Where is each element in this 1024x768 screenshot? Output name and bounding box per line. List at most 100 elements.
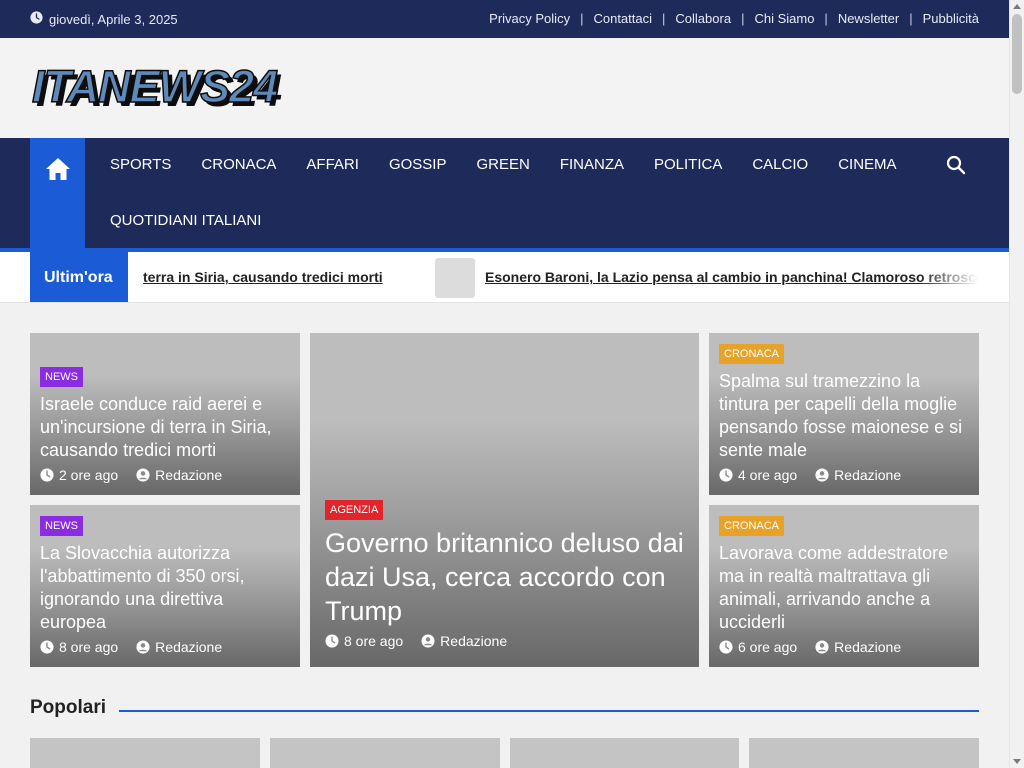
ticker-label: Ultim'ora <box>30 252 128 302</box>
card-time: 2 ore ago <box>40 467 118 483</box>
nav-item-politica[interactable]: POLITICA <box>639 138 737 194</box>
news-card[interactable]: CRONACA Spalma sul tramezzino la tintura… <box>709 333 979 495</box>
card-meta: 6 ore ago Redazione <box>719 639 969 655</box>
nav-item-green[interactable]: GREEN <box>461 138 544 194</box>
current-date: giovedì, Aprile 3, 2025 <box>30 11 178 27</box>
card-time: 4 ore ago <box>719 467 797 483</box>
scrollbar-thumb[interactable] <box>1012 14 1022 94</box>
section-title: Popolari <box>30 697 107 718</box>
category-badge[interactable]: CRONACA <box>719 516 785 536</box>
card-content: NEWS Israele conduce raid aerei e un'inc… <box>40 367 290 483</box>
top-links: Privacy Policy | Contattaci | Collabora … <box>489 11 979 26</box>
popular-thumbnail[interactable] <box>749 738 979 768</box>
card-author[interactable]: Redazione <box>136 639 222 655</box>
ticker-track: terra in Siria, causando tredici morti E… <box>143 252 979 302</box>
card-meta: 4 ore ago Redazione <box>719 467 969 483</box>
clock-icon <box>719 468 733 482</box>
card-author-text: Redazione <box>440 633 508 649</box>
nav-item-cronaca[interactable]: CRONACA <box>186 138 291 194</box>
card-author[interactable]: Redazione <box>815 467 901 483</box>
search-button[interactable] <box>946 155 966 175</box>
card-content: NEWS La Slovacchia autorizza l'abbattime… <box>40 516 290 655</box>
svg-text:ITANEWS24: ITANEWS24 <box>32 66 278 110</box>
card-content: CRONACA Lavorava come addestratore ma in… <box>719 516 969 655</box>
card-time: 6 ore ago <box>719 639 797 655</box>
user-icon <box>815 640 829 654</box>
card-author[interactable]: Redazione <box>136 467 222 483</box>
nav-item-cinema[interactable]: CINEMA <box>823 138 911 194</box>
card-time-text: 6 ore ago <box>738 639 798 655</box>
scroll-up-arrow-icon[interactable] <box>1013 4 1021 9</box>
ticker-item[interactable]: Esonero Baroni, la Lazio pensa al cambio… <box>485 269 979 285</box>
card-title[interactable]: Lavorava come addestratore ma in realtà … <box>719 542 969 634</box>
separator: | <box>824 11 828 26</box>
site-header: ITANEWS24 ITANEWS24 <box>0 38 1009 138</box>
category-badge[interactable]: CRONACA <box>719 344 785 364</box>
card-time-text: 8 ore ago <box>344 633 404 649</box>
nav-menu: SPORTS CRONACA AFFARI GOSSIP GREEN FINAN… <box>95 138 915 250</box>
link-collabora[interactable]: Collabora <box>675 11 731 26</box>
user-icon <box>136 640 150 654</box>
card-content: CRONACA Spalma sul tramezzino la tintura… <box>719 344 969 483</box>
clock-icon <box>719 640 733 654</box>
card-meta: 2 ore ago Redazione <box>40 467 290 483</box>
card-meta: 8 ore ago Redazione <box>325 633 689 649</box>
link-chi-siamo[interactable]: Chi Siamo <box>754 11 814 26</box>
card-author-text: Redazione <box>155 467 223 483</box>
site-logo[interactable]: ITANEWS24 ITANEWS24 <box>30 60 330 116</box>
nav-item-affari[interactable]: AFFARI <box>291 138 374 194</box>
featured-news-card[interactable]: AGENZIA Governo britannico deluso dai da… <box>310 333 699 667</box>
category-badge[interactable]: AGENZIA <box>325 500 384 520</box>
link-contattaci[interactable]: Contattaci <box>593 11 652 26</box>
link-pubblicita[interactable]: Pubblicità <box>923 11 979 26</box>
popular-thumbnail[interactable] <box>30 738 260 768</box>
link-privacy-policy[interactable]: Privacy Policy <box>489 11 570 26</box>
card-time-text: 8 ore ago <box>59 639 119 655</box>
page-scrollbar[interactable] <box>1009 0 1024 768</box>
popular-thumbnail[interactable] <box>270 738 500 768</box>
card-author-text: Redazione <box>834 639 902 655</box>
card-title[interactable]: La Slovacchia autorizza l'abbattimento d… <box>40 542 290 634</box>
card-time-text: 4 ore ago <box>738 467 798 483</box>
top-bar: giovedì, Aprile 3, 2025 Privacy Policy |… <box>0 0 1009 38</box>
breaking-news-ticker: Ultim'ora terra in Siria, causando tredi… <box>0 252 1009 303</box>
user-icon <box>421 634 435 648</box>
card-title[interactable]: Spalma sul tramezzino la tintura per cap… <box>719 370 969 462</box>
category-badge[interactable]: NEWS <box>40 367 83 387</box>
clock-icon <box>325 634 339 648</box>
news-card[interactable]: NEWS La Slovacchia autorizza l'abbattime… <box>30 505 300 667</box>
category-badge[interactable]: NEWS <box>40 516 83 536</box>
separator: | <box>741 11 745 26</box>
nav-item-finanza[interactable]: FINANZA <box>545 138 639 194</box>
popular-thumbnail[interactable] <box>510 738 739 768</box>
ticker-thumbnail[interactable] <box>435 258 475 298</box>
scroll-down-arrow-icon[interactable] <box>1013 759 1021 764</box>
link-newsletter[interactable]: Newsletter <box>838 11 899 26</box>
card-content: AGENZIA Governo britannico deluso dai da… <box>325 500 689 649</box>
search-icon <box>946 155 966 179</box>
card-meta: 8 ore ago Redazione <box>40 639 290 655</box>
ticker-item[interactable]: terra in Siria, causando tredici morti <box>143 269 383 285</box>
user-icon <box>136 468 150 482</box>
home-icon <box>45 157 71 248</box>
nav-item-sports[interactable]: SPORTS <box>95 138 186 194</box>
date-text: giovedì, Aprile 3, 2025 <box>49 11 178 27</box>
card-author-text: Redazione <box>834 467 902 483</box>
nav-item-quotidiani-italiani[interactable]: QUOTIDIANI ITALIANI <box>95 194 276 250</box>
separator: | <box>909 11 913 26</box>
nav-item-gossip[interactable]: GOSSIP <box>374 138 462 194</box>
clock-icon <box>40 468 54 482</box>
home-button[interactable] <box>30 138 85 248</box>
card-title[interactable]: Governo britannico deluso dai dazi Usa, … <box>325 526 689 628</box>
card-time: 8 ore ago <box>325 633 403 649</box>
nav-item-calcio[interactable]: CALCIO <box>737 138 823 194</box>
popolari-section-header: Popolari <box>30 697 979 723</box>
card-author[interactable]: Redazione <box>421 633 507 649</box>
news-card[interactable]: CRONACA Lavorava come addestratore ma in… <box>709 505 979 667</box>
card-time: 8 ore ago <box>40 639 118 655</box>
card-author-text: Redazione <box>155 639 223 655</box>
card-title[interactable]: Israele conduce raid aerei e un'incursio… <box>40 393 290 462</box>
news-card[interactable]: NEWS Israele conduce raid aerei e un'inc… <box>30 333 300 495</box>
card-author[interactable]: Redazione <box>815 639 901 655</box>
separator: | <box>662 11 666 26</box>
